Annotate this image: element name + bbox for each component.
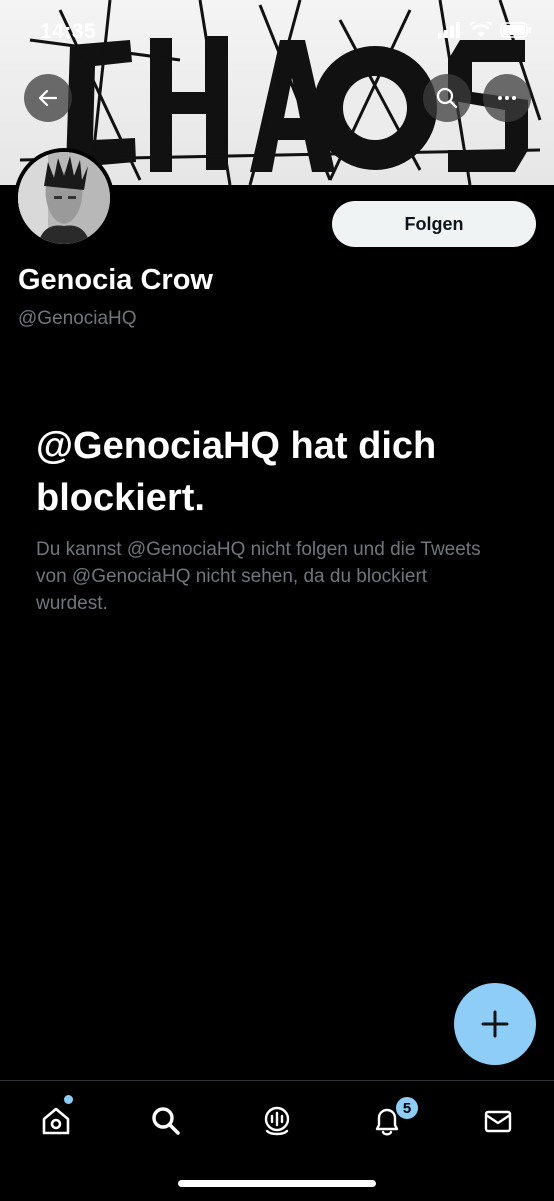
- blocked-message: Du kannst @GenociaHQ nicht folgen und di…: [36, 539, 481, 614]
- display-name: Genocia Crow: [18, 264, 213, 296]
- profile-handle: @GenociaHQ: [18, 308, 137, 329]
- status-icons: [438, 22, 532, 38]
- back-button[interactable]: [24, 74, 72, 122]
- mail-icon: [484, 1110, 512, 1133]
- tab-messages[interactable]: [476, 1099, 520, 1143]
- tab-spaces[interactable]: [255, 1099, 299, 1143]
- plus-icon: [481, 1010, 509, 1038]
- tab-search[interactable]: [144, 1099, 188, 1143]
- status-time: 14:35: [40, 20, 97, 43]
- arrow-left-icon: [38, 89, 58, 107]
- follow-button[interactable]: Folgen: [332, 201, 536, 247]
- more-horizontal-icon: [498, 96, 516, 100]
- spaces-mic-icon: [264, 1106, 290, 1136]
- battery-icon: [500, 22, 531, 38]
- cellular-signal-icon: [438, 22, 460, 38]
- home-icon: [42, 1107, 70, 1135]
- home-indicator[interactable]: [178, 1180, 376, 1187]
- blocked-title: @GenociaHQ hat dich blockiert.: [36, 425, 437, 519]
- avatar-image: [18, 152, 110, 244]
- profile-avatar[interactable]: [14, 148, 114, 248]
- search-button[interactable]: [423, 74, 471, 122]
- status-bar: 14:35: [0, 0, 554, 60]
- wifi-icon: [470, 22, 492, 37]
- tab-home[interactable]: [34, 1099, 78, 1143]
- notifications-badge: 5: [394, 1095, 420, 1121]
- home-notification-dot: [64, 1095, 73, 1104]
- search-icon: [152, 1107, 180, 1135]
- compose-tweet-button[interactable]: [454, 983, 536, 1065]
- more-button[interactable]: [483, 74, 531, 122]
- search-icon: [436, 87, 458, 109]
